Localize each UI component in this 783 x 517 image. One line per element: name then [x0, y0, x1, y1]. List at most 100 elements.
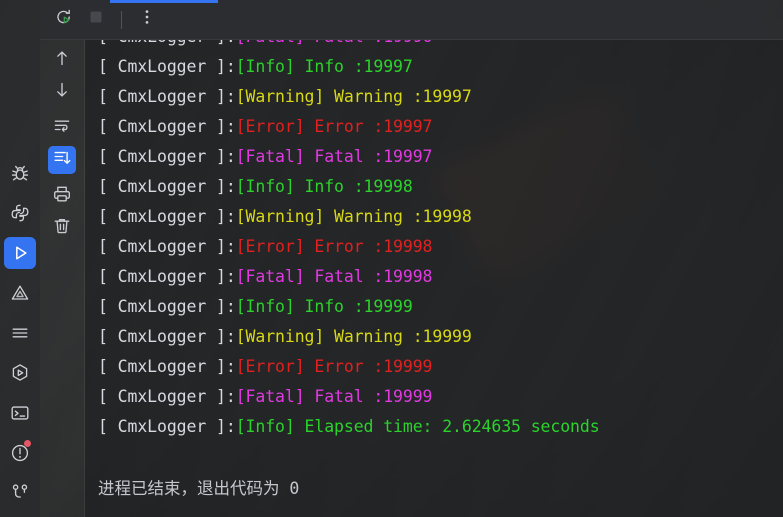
log-logger-tag: [ CmxLogger ]: [98, 40, 236, 46]
more-options-button[interactable] [133, 6, 161, 34]
log-level-badge: [Warning] [235, 207, 325, 226]
log-message-text: Error :19999 [304, 357, 433, 376]
log-level-badge: [Fatal] [235, 387, 305, 406]
sidebar-item-git[interactable] [4, 477, 36, 509]
sidebar-item-run[interactable] [4, 237, 36, 269]
log-level-badge: [Info] [235, 177, 295, 196]
sidebar-item-debug[interactable] [4, 157, 36, 189]
console-log-line: [ CmxLogger ]:[Warning] Warning :19999 [98, 322, 783, 352]
log-message-text: Warning :19999 [324, 327, 472, 346]
log-logger-tag: [ CmxLogger ]: [98, 207, 236, 226]
log-level-badge: [Warning] [235, 327, 325, 346]
arrow-down-icon [52, 80, 72, 105]
run-icon [9, 242, 31, 264]
log-logger-tag: [ CmxLogger ]: [98, 147, 236, 166]
log-logger-tag: [ CmxLogger ]: [98, 117, 236, 136]
console-side-toolbar[interactable] [40, 40, 85, 517]
scroll-to-end-icon [52, 148, 72, 173]
log-logger-tag: [ CmxLogger ]: [98, 267, 236, 286]
log-message-text: Warning :19998 [324, 207, 472, 226]
console-log-line: [ CmxLogger ]:[Info] Info :19997 [98, 52, 783, 82]
print-icon [52, 184, 72, 209]
active-tab-indicator [110, 0, 218, 3]
log-level-badge: [Info] [235, 57, 295, 76]
log-logger-tag: [ CmxLogger ]: [98, 417, 236, 436]
log-logger-tag: [ CmxLogger ]: [98, 357, 236, 376]
console-log-line: [ CmxLogger ]:[Error] Error :19999 [98, 352, 783, 382]
scroll-up-button[interactable] [48, 46, 76, 74]
console-output-panel[interactable]: [ CmxLogger ]:[Fatal] Fatal :19996[ CmxL… [85, 40, 783, 517]
soft-wrap-button[interactable] [48, 114, 76, 142]
console-log-line: [ CmxLogger ]:[Fatal] Fatal :19998 [98, 262, 783, 292]
log-level-badge: [Error] [235, 237, 305, 256]
scroll-down-button[interactable] [48, 78, 76, 106]
stop-icon [86, 7, 106, 32]
sidebar-item-endpoints[interactable] [4, 277, 36, 309]
process-exit-message: 进程已结束，退出代码为 0 [98, 479, 300, 498]
sidebar-item-problems[interactable] [4, 437, 36, 469]
console-log-line: [ CmxLogger ]:[Info] Elapsed time: 2.624… [98, 412, 783, 442]
log-message-text: Fatal :19996 [305, 40, 432, 46]
console-log-line: [ CmxLogger ]:[Fatal] Fatal :19996 [98, 40, 783, 52]
run-tool-window-toolbar[interactable] [40, 0, 783, 40]
git-branch-icon [9, 482, 31, 504]
sidebar-item-todo[interactable] [4, 317, 36, 349]
rerun-icon [54, 7, 74, 32]
log-message-text: Error :19997 [304, 117, 433, 136]
console-log-line: [ CmxLogger ]:[Info] Info :19998 [98, 172, 783, 202]
clear-all-button[interactable] [48, 214, 76, 242]
log-logger-tag: [ CmxLogger ]: [98, 327, 236, 346]
problems-badge-dot [24, 440, 31, 447]
arrow-up-icon [52, 48, 72, 73]
log-logger-tag: [ CmxLogger ]: [98, 87, 236, 106]
bug-icon [9, 162, 31, 184]
rerun-button[interactable] [50, 6, 78, 34]
scroll-to-end-button[interactable] [48, 146, 76, 174]
left-bar-item-list [4, 157, 36, 517]
log-level-badge: [Info] [235, 297, 295, 316]
log-logger-tag: [ CmxLogger ]: [98, 297, 236, 316]
log-message-text: Error :19998 [304, 237, 433, 256]
log-message-text: Info :19999 [294, 297, 413, 316]
console-log-line: [ CmxLogger ]:[Warning] Warning :19997 [98, 82, 783, 112]
console-log-line: [ CmxLogger ]:[Error] Error :19998 [98, 232, 783, 262]
toolbar-separator [121, 10, 122, 29]
log-level-badge: [Fatal] [235, 267, 305, 286]
log-message-text: Info :19998 [294, 177, 413, 196]
stop-button[interactable] [82, 6, 110, 34]
terminal-icon [9, 402, 31, 424]
log-level-badge: [Error] [235, 117, 305, 136]
log-level-badge: [Error] [235, 357, 305, 376]
more-vertical-icon [137, 7, 157, 32]
console-log-lines: [ CmxLogger ]:[Fatal] Fatal :19996[ CmxL… [98, 40, 783, 442]
log-logger-tag: [ CmxLogger ]: [98, 237, 236, 256]
log-message-text: Fatal :19997 [304, 147, 433, 166]
print-button[interactable] [48, 182, 76, 210]
log-logger-tag: [ CmxLogger ]: [98, 57, 236, 76]
trash-icon [52, 216, 72, 241]
log-level-badge: [Fatal] [235, 147, 305, 166]
services-icon [9, 362, 31, 384]
python-console-icon [9, 202, 31, 224]
console-log-line: [ CmxLogger ]:[Error] Error :19997 [98, 112, 783, 142]
console-log-line: [ CmxLogger ]:[Fatal] Fatal :19999 [98, 382, 783, 412]
sidebar-item-terminal[interactable] [4, 397, 36, 429]
log-message-text: Fatal :19999 [304, 387, 433, 406]
log-level-badge: [Fatal] [236, 40, 305, 46]
log-logger-tag: [ CmxLogger ]: [98, 387, 236, 406]
log-logger-tag: [ CmxLogger ]: [98, 177, 236, 196]
console-log-line: [ CmxLogger ]:[Info] Info :19999 [98, 292, 783, 322]
left-tool-window-bar[interactable] [0, 0, 40, 517]
log-message-text: Elapsed time: 2.624635 seconds [294, 417, 600, 436]
log-message-text: Warning :19997 [324, 87, 472, 106]
log-message-text: Fatal :19998 [304, 267, 433, 286]
console-log-line: [ CmxLogger ]:[Fatal] Fatal :19997 [98, 142, 783, 172]
log-level-badge: [Info] [235, 417, 295, 436]
sidebar-item-services[interactable] [4, 357, 36, 389]
soft-wrap-icon [52, 116, 72, 141]
log-level-badge: [Warning] [235, 87, 325, 106]
endpoints-icon [9, 282, 31, 304]
sidebar-item-python[interactable] [4, 197, 36, 229]
todo-icon [9, 322, 31, 344]
log-message-text: Info :19997 [294, 57, 413, 76]
